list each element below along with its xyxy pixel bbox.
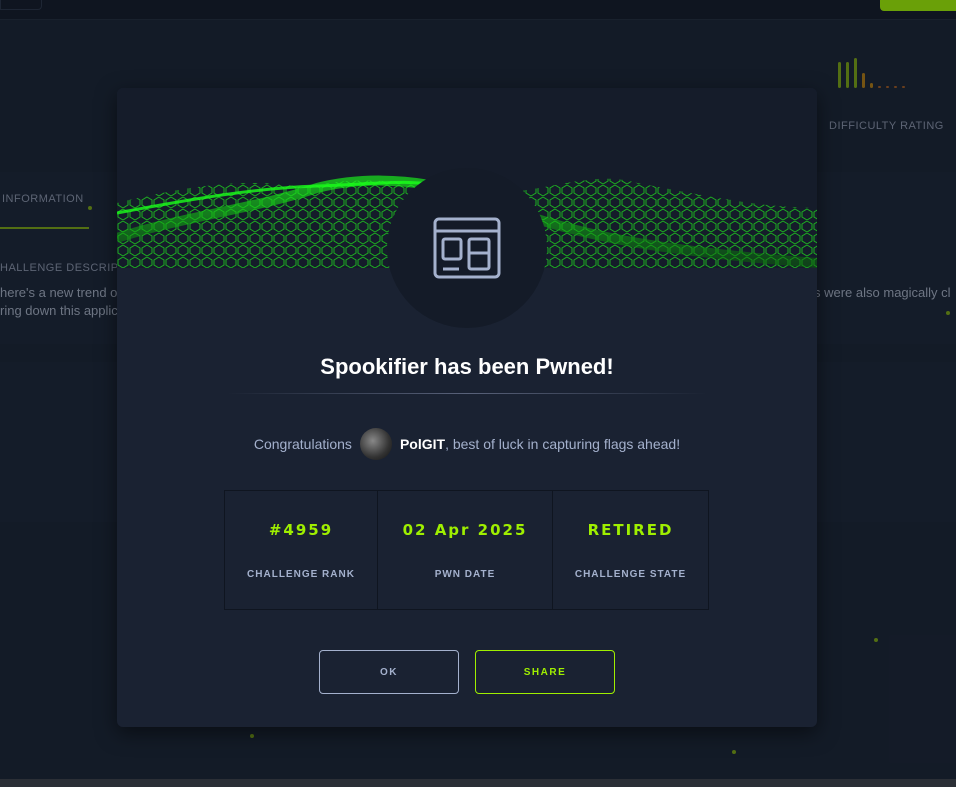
- modal-title: Spookifier has been Pwned!: [320, 354, 614, 379]
- stat-label: PWN DATE: [434, 568, 496, 580]
- stat-value: 02 Apr 2025: [402, 520, 528, 539]
- stat-state: RETIRED CHALLENGE STATE: [553, 491, 708, 609]
- stat-value: #4959: [268, 520, 334, 539]
- stat-rank: #4959 CHALLENGE RANK: [225, 491, 378, 609]
- stat-value: RETIRED: [587, 520, 674, 539]
- stat-label: CHALLENGE RANK: [247, 568, 355, 580]
- challenge-category-badge: [387, 168, 547, 328]
- bottom-bar: [0, 779, 956, 787]
- stat-pwn-date: 02 Apr 2025 PWN DATE: [378, 491, 553, 609]
- divider: [227, 393, 707, 394]
- avatar: [359, 428, 392, 460]
- stats-grid: #4959 CHALLENGE RANK 02 Apr 2025 PWN DAT…: [224, 490, 709, 610]
- congrats-message: Congratulations PolGIT , best of luck in…: [117, 428, 817, 460]
- username[interactable]: PolGIT: [400, 436, 445, 452]
- stat-label: CHALLENGE STATE: [574, 568, 687, 580]
- congrats-prefix: Congratulations: [253, 436, 352, 452]
- congrats-suffix: , best of luck in capturing flags ahead!: [445, 436, 681, 452]
- pwned-modal: Spookifier has been Pwned! Congratulatio…: [117, 88, 817, 727]
- web-window-icon: [433, 217, 501, 279]
- share-button[interactable]: SHARE: [475, 650, 615, 694]
- ok-button[interactable]: OK: [319, 650, 459, 694]
